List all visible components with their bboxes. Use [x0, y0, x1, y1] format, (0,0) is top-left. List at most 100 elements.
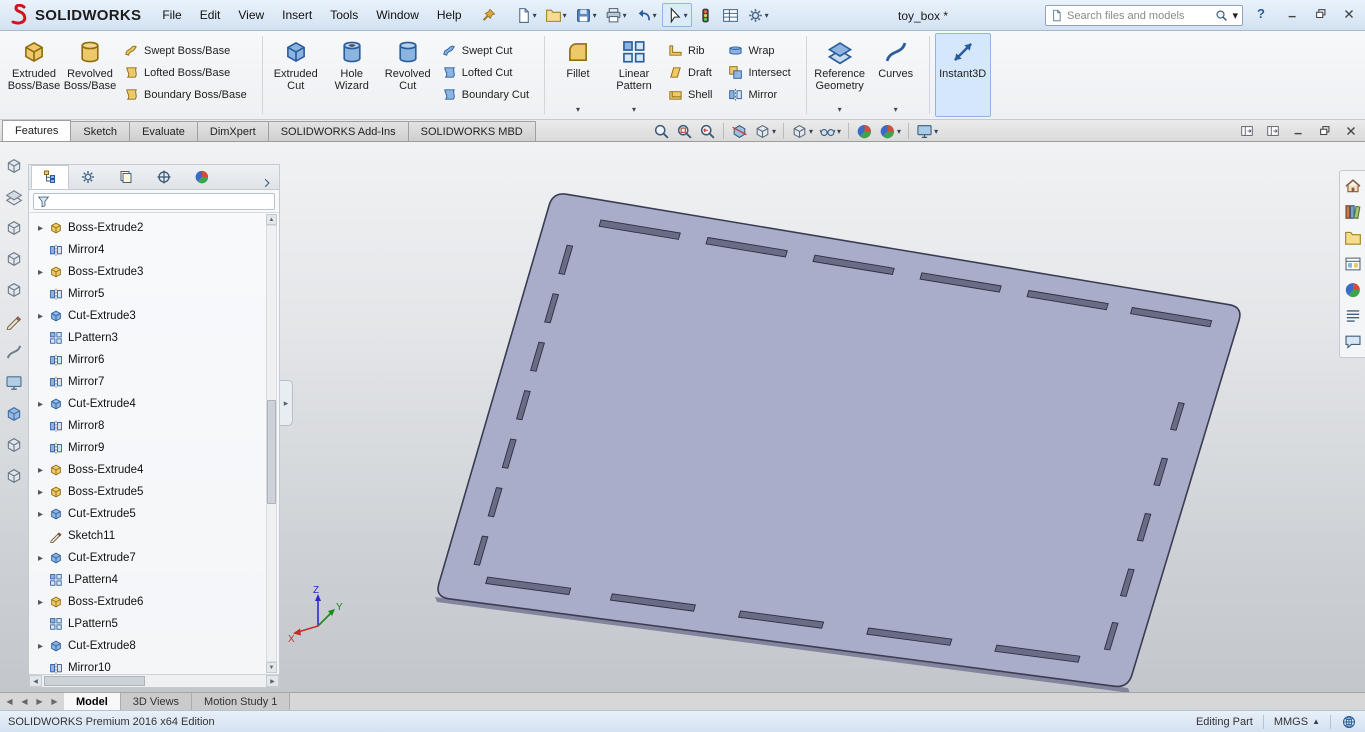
tree-item-mirror8[interactable]: Mirror8	[29, 415, 265, 437]
search-caret-icon[interactable]: ▾	[1232, 9, 1238, 22]
dropdown-caret-icon[interactable]: ▾	[772, 127, 776, 136]
dropdown-caret-icon[interactable]: ▾	[632, 105, 636, 114]
dock-tool-7-button[interactable]	[4, 342, 24, 362]
ribbon-lofted-boss-base-button[interactable]: Lofted Boss/Base	[124, 65, 247, 80]
scroll-thumb[interactable]	[44, 676, 145, 686]
panel-collapse-handle[interactable]: ▸	[280, 380, 293, 426]
pin-menu-button[interactable]	[481, 8, 496, 23]
ribbon-intersect-button[interactable]: Intersect	[728, 65, 791, 80]
ribbon-linear-pattern-button[interactable]: Linear Pattern ▾	[606, 33, 662, 117]
restore-window-button[interactable]	[1309, 4, 1333, 24]
status-indicator-button[interactable]	[694, 3, 717, 27]
tab-solidworks-mbd[interactable]: SOLIDWORKS MBD	[407, 121, 536, 141]
expand-arrow-icon[interactable]: ▸	[35, 465, 46, 476]
tree-item-cut-extrude8[interactable]: ▸ Cut-Extrude8	[29, 635, 265, 657]
displaymanager-tab[interactable]	[183, 165, 221, 189]
ribbon-shell-button[interactable]: Shell	[668, 87, 712, 102]
next-tab-icon[interactable]: ▶	[33, 697, 46, 706]
design-library-tab[interactable]	[1343, 202, 1363, 222]
ribbon-fillet-button[interactable]: Fillet ▾	[550, 33, 606, 117]
scroll-left-icon[interactable]: ◀	[29, 675, 42, 687]
prev-tab-icon[interactable]: ◀	[18, 697, 31, 706]
select-tool-button[interactable]: ▾	[661, 3, 692, 27]
expand-arrow-icon[interactable]: ▸	[35, 223, 46, 234]
ribbon-wrap-button[interactable]: Wrap	[728, 43, 790, 58]
ribbon-reference-geometry-button[interactable]: Reference Geometry ▾	[812, 33, 868, 117]
expand-arrow-icon[interactable]: ▸	[35, 641, 46, 652]
hide-show-items-button[interactable]: ▾	[816, 122, 844, 141]
undo-button[interactable]: ▾	[632, 3, 660, 27]
dropdown-caret-icon[interactable]: ▾	[765, 11, 769, 20]
tree-horizontal-scrollbar[interactable]: ◀ ▶	[29, 674, 279, 687]
dropdown-caret-icon[interactable]: ▾	[533, 11, 537, 20]
menu-help[interactable]: Help	[428, 0, 471, 31]
ribbon-revolved-boss-base-button[interactable]: Revolved Boss/Base	[62, 33, 118, 117]
open-document-button[interactable]: ▾	[542, 3, 570, 27]
dock-tool-1-button[interactable]	[4, 156, 24, 176]
tree-item-boss-extrude2[interactable]: ▸ Boss-Extrude2	[29, 217, 265, 239]
tab-solidworks-add-ins[interactable]: SOLIDWORKS Add-Ins	[267, 121, 409, 141]
dropdown-caret-icon[interactable]: ▾	[563, 11, 567, 20]
expand-arrow-icon[interactable]: ▸	[35, 487, 46, 498]
expand-arrow-icon[interactable]: ▸	[35, 509, 46, 520]
propertymanager-tab[interactable]	[69, 165, 107, 189]
tree-item-mirror9[interactable]: Mirror9	[29, 437, 265, 459]
scroll-track[interactable]	[266, 225, 277, 662]
dock-tool-6-button[interactable]	[4, 311, 24, 331]
dropdown-caret-icon[interactable]: ▾	[838, 105, 842, 114]
pane-toggle-right-button[interactable]	[1263, 123, 1283, 139]
model-tab-motion-study-1[interactable]: Motion Study 1	[192, 693, 291, 710]
display-style-button[interactable]: ▾	[788, 122, 816, 141]
apply-scene-button[interactable]: ▾	[876, 122, 904, 141]
ribbon-draft-button[interactable]: Draft	[668, 65, 712, 80]
tree-item-boss-extrude3[interactable]: ▸ Boss-Extrude3	[29, 261, 265, 283]
dock-tool-8-button[interactable]	[4, 373, 24, 393]
tree-item-mirror7[interactable]: Mirror7	[29, 371, 265, 393]
tree-item-lpattern5[interactable]: LPattern5	[29, 613, 265, 635]
search-box[interactable]: Search files and models ▾	[1045, 5, 1243, 26]
tree-item-cut-extrude7[interactable]: ▸ Cut-Extrude7	[29, 547, 265, 569]
dropdown-caret-icon[interactable]: ▾	[837, 127, 841, 136]
menu-file[interactable]: File	[153, 0, 190, 31]
tab-dimxpert[interactable]: DimXpert	[196, 121, 269, 141]
ribbon-hole-wizard-button[interactable]: Hole Wizard	[324, 33, 380, 117]
ribbon-extruded-cut-button[interactable]: Extruded Cut	[268, 33, 324, 117]
scroll-right-icon[interactable]: ▶	[266, 675, 279, 687]
unit-system-selector[interactable]: MMGS ▲	[1274, 716, 1320, 728]
expand-arrow-icon[interactable]: ▸	[35, 311, 46, 322]
dropdown-caret-icon[interactable]: ▾	[576, 105, 580, 114]
treepane-expand-icon[interactable]	[255, 177, 279, 189]
close-window-button[interactable]	[1337, 4, 1361, 24]
dock-tool-4-button[interactable]	[4, 249, 24, 269]
restore-document-button[interactable]	[1315, 123, 1335, 139]
expand-arrow-icon[interactable]: ▸	[35, 267, 46, 278]
tree-item-mirror4[interactable]: Mirror4	[29, 239, 265, 261]
first-tab-icon[interactable]: ◀	[3, 697, 16, 706]
zoom-to-fit-button[interactable]	[650, 122, 673, 141]
zoom-to-area-button[interactable]	[673, 122, 696, 141]
dock-tool-5-button[interactable]	[4, 280, 24, 300]
ribbon-swept-boss-base-button[interactable]: Swept Boss/Base	[124, 43, 247, 58]
scroll-track[interactable]	[42, 675, 266, 687]
menu-edit[interactable]: Edit	[191, 0, 230, 31]
tree-item-boss-extrude6[interactable]: ▸ Boss-Extrude6	[29, 591, 265, 613]
globe-icon[interactable]	[1341, 714, 1357, 730]
view-orientation-button[interactable]: ▾	[751, 122, 779, 141]
menu-window[interactable]: Window	[367, 0, 428, 31]
minimize-document-button[interactable]	[1289, 123, 1309, 139]
menu-insert[interactable]: Insert	[273, 0, 321, 31]
close-document-button[interactable]	[1341, 123, 1361, 139]
model-tab-model[interactable]: Model	[64, 693, 121, 710]
dropdown-caret-icon[interactable]: ▾	[809, 127, 813, 136]
print-button[interactable]: ▾	[602, 3, 630, 27]
model-tab-3d-views[interactable]: 3D Views	[120, 693, 193, 710]
new-document-button[interactable]: ▾	[512, 3, 540, 27]
tab-evaluate[interactable]: Evaluate	[129, 121, 198, 141]
featuremanager-design-tree-tab[interactable]	[31, 165, 69, 189]
dropdown-caret-icon[interactable]: ▾	[593, 11, 597, 20]
section-view-button[interactable]	[728, 122, 751, 141]
view-settings-button[interactable]: ▾	[913, 122, 941, 141]
view-palette-tab[interactable]	[1343, 254, 1363, 274]
ribbon-lofted-cut-button[interactable]: Lofted Cut	[442, 65, 529, 80]
tree-item-mirror6[interactable]: Mirror6	[29, 349, 265, 371]
